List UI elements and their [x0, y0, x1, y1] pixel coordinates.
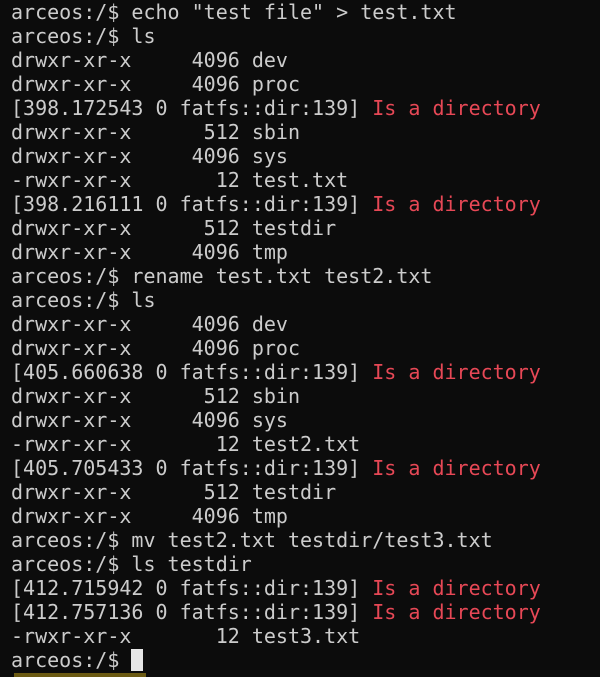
current-command-line[interactable]: arceos:/$	[11, 648, 541, 672]
terminal-window[interactable]: arceos:/$ echo "test file" > test.txt arc…	[0, 0, 600, 677]
output-line: drwxr-xr-x 512 testdir	[11, 216, 337, 240]
error-message: Is a directory	[372, 600, 541, 624]
log-prefix: [405.705433 0 fatfs::dir:139]	[11, 456, 373, 480]
text-cursor	[131, 649, 144, 671]
command-text: ls	[131, 24, 156, 48]
log-line: [412.715942 0 fatfs::dir:139] Is a direc…	[11, 576, 541, 600]
prompt: arceos:/$	[11, 648, 120, 672]
prompt: arceos:/$	[11, 528, 132, 552]
command-line: arceos:/$ mv test2.txt testdir/test3.txt	[11, 528, 541, 552]
output-line: drwxr-xr-x 4096 dev	[11, 48, 288, 72]
command-line: arceos:/$ rename test.txt test2.txt	[11, 264, 541, 288]
command-line: arceos:/$ ls	[11, 24, 541, 48]
log-prefix: [412.715942 0 fatfs::dir:139]	[11, 576, 373, 600]
error-message: Is a directory	[372, 576, 541, 600]
command-line: arceos:/$ ls	[11, 288, 541, 312]
log-prefix: [398.216111 0 fatfs::dir:139]	[11, 192, 373, 216]
log-line: [412.757136 0 fatfs::dir:139] Is a direc…	[11, 600, 541, 624]
output-line: drwxr-xr-x 4096 proc	[11, 336, 300, 360]
prompt: arceos:/$	[11, 0, 132, 24]
command-text: mv test2.txt testdir/test3.txt	[131, 528, 493, 552]
error-message: Is a directory	[372, 360, 541, 384]
terminal-output: arceos:/$ echo "test file" > test.txt arc…	[11, 0, 541, 672]
log-prefix: [405.660638 0 fatfs::dir:139]	[11, 360, 373, 384]
prompt: arceos:/$	[11, 264, 132, 288]
prompt: arceos:/$	[11, 24, 132, 48]
output-line: drwxr-xr-x 4096 proc	[11, 72, 300, 96]
log-line: [405.705433 0 fatfs::dir:139] Is a direc…	[11, 456, 541, 480]
command-line: arceos:/$ echo "test file" > test.txt	[11, 0, 541, 24]
prompt: arceos:/$	[11, 552, 132, 576]
output-line: drwxr-xr-x 4096 tmp	[11, 240, 288, 264]
error-message: Is a directory	[372, 192, 541, 216]
output-line: drwxr-xr-x 4096 tmp	[11, 504, 288, 528]
output-line: drwxr-xr-x 512 sbin	[11, 384, 300, 408]
output-line: drwxr-xr-x 512 sbin	[11, 120, 300, 144]
error-message: Is a directory	[372, 96, 541, 120]
command-line: arceos:/$ ls testdir	[11, 552, 541, 576]
scroll-indicator	[14, 673, 146, 677]
prompt: arceos:/$	[11, 288, 132, 312]
output-line: drwxr-xr-x 4096 dev	[11, 312, 288, 336]
output-line: -rwxr-xr-x 12 test2.txt	[11, 432, 361, 456]
output-line: -rwxr-xr-x 12 test3.txt	[11, 624, 361, 648]
log-prefix: [398.172543 0 fatfs::dir:139]	[11, 96, 373, 120]
log-line: [398.216111 0 fatfs::dir:139] Is a direc…	[11, 192, 541, 216]
command-text: rename test.txt test2.txt	[131, 264, 433, 288]
log-line: [405.660638 0 fatfs::dir:139] Is a direc…	[11, 360, 541, 384]
output-line: drwxr-xr-x 4096 sys	[11, 408, 288, 432]
log-prefix: [412.757136 0 fatfs::dir:139]	[11, 600, 373, 624]
log-line: [398.172543 0 fatfs::dir:139] Is a direc…	[11, 96, 541, 120]
command-text: echo "test file" > test.txt	[131, 0, 457, 24]
command-text: ls	[131, 288, 156, 312]
command-text: ls testdir	[131, 552, 252, 576]
output-line: drwxr-xr-x 4096 sys	[11, 144, 288, 168]
output-line: drwxr-xr-x 512 testdir	[11, 480, 337, 504]
output-line: -rwxr-xr-x 12 test.txt	[11, 168, 349, 192]
error-message: Is a directory	[372, 456, 541, 480]
